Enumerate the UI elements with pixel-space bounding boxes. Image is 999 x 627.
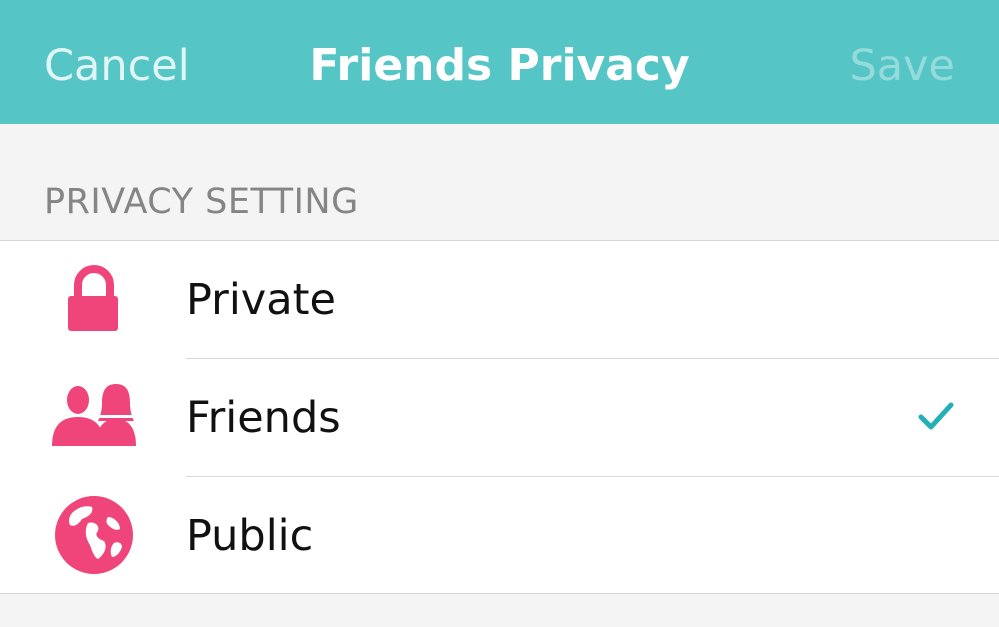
privacy-option-label: Public	[186, 511, 314, 561]
privacy-option-private[interactable]: Private	[0, 241, 999, 358]
privacy-option-label: Private	[186, 275, 336, 325]
privacy-option-friends[interactable]: Friends	[0, 359, 999, 476]
globe-icon	[48, 477, 140, 594]
checkmark-icon	[917, 399, 955, 435]
lock-icon	[48, 241, 140, 358]
privacy-option-public[interactable]: Public	[0, 477, 999, 594]
navigation-bar: Cancel Friends Privacy Save	[0, 0, 999, 124]
section-header-privacy-setting: PRIVACY SETTING	[44, 182, 359, 222]
privacy-option-label: Friends	[186, 393, 341, 443]
friends-icon	[48, 359, 140, 476]
privacy-options-list: Private Friends Public	[0, 240, 999, 594]
save-button[interactable]: Save	[849, 38, 955, 94]
